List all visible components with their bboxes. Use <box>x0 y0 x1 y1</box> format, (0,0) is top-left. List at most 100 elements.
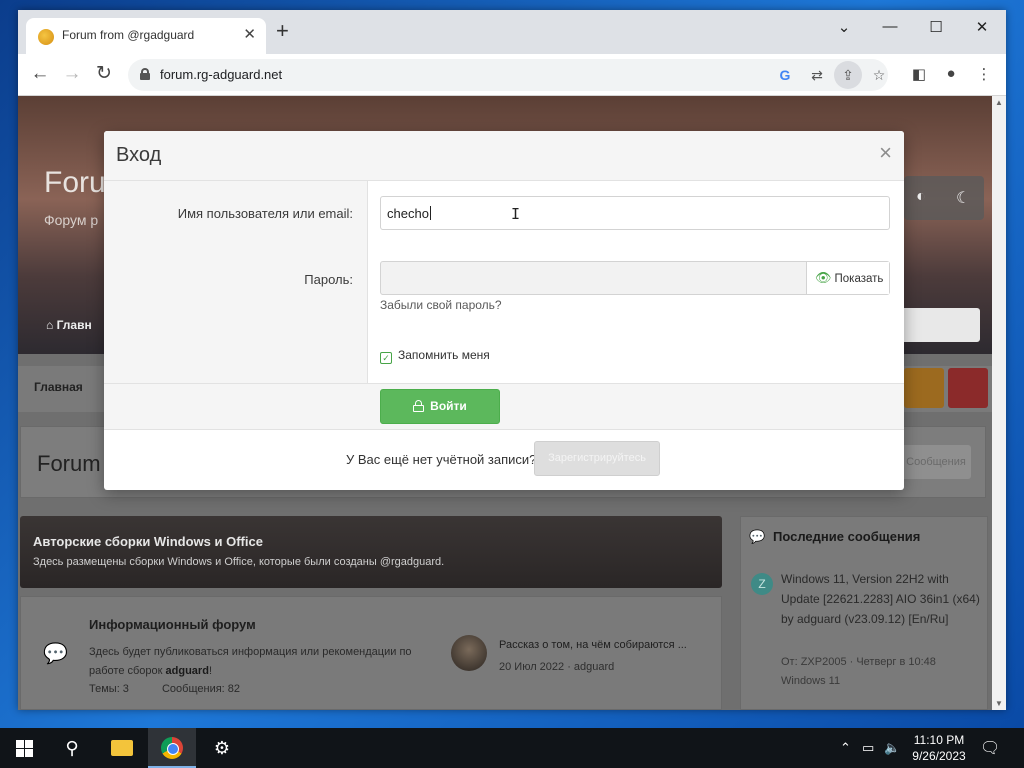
chrome-icon <box>161 737 183 759</box>
tray-chevron-up-icon[interactable]: ⌃ <box>840 740 851 756</box>
user-avatar[interactable]: Z <box>751 573 773 595</box>
forum-messages-count: Сообщения: 82 <box>161 683 241 695</box>
show-password-label: Показать <box>834 273 884 285</box>
scroll-up-arrow-icon[interactable]: ▲ <box>995 98 1003 107</box>
youtube-icon[interactable] <box>948 368 988 408</box>
close-window-button[interactable]: ✕ <box>967 18 997 36</box>
forum-description-text: Здесь будет публиковаться информация или… <box>89 646 412 677</box>
windows-taskbar: ⚲ ⚙ ⌃ ▭ 🔈 11:10 PM 9/26/2023 🗨 <box>0 728 1024 768</box>
eye-icon: 👁 <box>815 270 832 285</box>
lock-icon[interactable] <box>140 68 150 80</box>
login-button-label: Войти <box>430 399 467 413</box>
network-icon[interactable]: ▭ <box>862 740 874 756</box>
text-cursor-icon: I <box>511 205 521 223</box>
translate-icon[interactable]: ⇄ <box>806 65 828 85</box>
side-panel-icon[interactable]: ◧ <box>908 65 930 83</box>
google-lens-icon[interactable]: G <box>774 65 796 85</box>
username-text: checho <box>387 206 429 221</box>
chat-bubbles-icon: 💬 <box>43 643 68 665</box>
folder-icon <box>111 740 133 756</box>
page-scrollbar[interactable]: ▲ ▼ <box>992 96 1006 710</box>
latest-post-meta: 20 Июл 2022 · adguard <box>499 661 615 673</box>
forgot-password-link[interactable]: Забыли свой пароль? <box>380 298 502 312</box>
sidebar-title: Последние сообщения <box>773 529 921 544</box>
forum-stats: Темы: 3 Сообщения: 82 <box>89 683 270 695</box>
breadcrumb-home[interactable]: Главная <box>34 380 83 394</box>
url-text[interactable]: forum.rg-adguard.net <box>160 67 282 82</box>
no-account-text: У Вас ещё нет учётной записи? <box>346 452 537 467</box>
forward-arrow-icon[interactable]: → <box>60 63 84 85</box>
start-button[interactable] <box>0 728 48 768</box>
sidebar-post-author: От: ZXP2005 · Четверг в 10:48 <box>781 656 936 668</box>
password-label: Пароль: <box>304 272 353 287</box>
browser-window: Forum from @rgadguard ✕ + ⌄ — ☐ ✕ ← → ↻ … <box>18 10 1006 710</box>
bookmark-star-icon[interactable]: ☆ <box>868 65 890 85</box>
tab-bar: Forum from @rgadguard ✕ + ⌄ — ☐ ✕ <box>18 10 1006 54</box>
category-title[interactable]: Авторские сборки Windows и Office <box>33 534 263 549</box>
forum-description-end: ! <box>208 665 212 677</box>
login-dialog-header: Вход × <box>104 131 904 181</box>
register-row: У Вас ещё нет учётной записи? Зарегистри… <box>104 430 904 490</box>
new-tab-button[interactable]: + <box>276 20 289 42</box>
close-icon[interactable]: × <box>879 142 892 164</box>
show-password-button[interactable]: 👁 Показать <box>806 262 889 294</box>
browser-toolbar: ← → ↻ forum.rg-adguard.net G ⇄ ⇪ ☆ ◧ ● ⋮ <box>18 54 1006 96</box>
comments-icon: 💬 <box>749 529 766 544</box>
web-page: Forum Форум p ◐ ☾ ⌂ Главн Главная Forum … <box>18 96 1006 710</box>
category-banner[interactable]: Авторские сборки Windows и Office Здесь … <box>20 516 722 588</box>
login-button[interactable]: Войти <box>380 389 500 424</box>
remember-me-label[interactable]: Запомнить меня <box>398 348 490 362</box>
nav-home-label: Главн <box>56 318 92 332</box>
search-icon[interactable]: ⚲ <box>48 728 96 768</box>
username-value: checho <box>387 206 431 221</box>
settings-gear-icon[interactable]: ⚙ <box>198 728 246 768</box>
volume-muted-icon[interactable]: 🔈 <box>884 740 900 756</box>
tab-forum[interactable]: Forum from @rgadguard ✕ <box>26 18 266 54</box>
back-arrow-icon[interactable]: ← <box>28 63 52 85</box>
forum-description: Здесь будет публиковаться информация или… <box>89 643 439 681</box>
sidebar-post-meta: От: ZXP2005 · Четверг в 10:48 Windows 11 <box>781 653 936 691</box>
tab-title: Forum from @rgadguard <box>62 28 195 42</box>
share-icon[interactable]: ⇪ <box>834 61 862 89</box>
dark-mode-moon-icon[interactable]: ☾ <box>956 188 970 208</box>
sidebar-post-forum[interactable]: Windows 11 <box>781 672 936 691</box>
tab-search-chevron-icon[interactable]: ⌄ <box>829 18 859 36</box>
tab-close-icon[interactable]: ✕ <box>243 25 256 43</box>
forum-description-author: adguard <box>165 665 209 677</box>
notification-icon[interactable]: 🗨 <box>980 738 1000 758</box>
chrome-taskbar-button[interactable] <box>148 728 196 768</box>
forum-threads-count: Темы: 3 <box>89 683 129 695</box>
latest-posts-sidebar: 💬 Последние сообщения Z Windows 11, Vers… <box>740 516 988 710</box>
scroll-down-arrow-icon[interactable]: ▼ <box>995 699 1003 708</box>
forum-name-link[interactable]: Информационный форум <box>89 617 256 632</box>
site-favicon-icon <box>38 29 54 45</box>
style-toggle-icon[interactable]: ◐ <box>916 188 926 206</box>
clock-date: 9/26/2023 <box>912 749 966 763</box>
taskbar-clock[interactable]: 11:10 PM 9/26/2023 <box>904 732 974 764</box>
file-explorer-button[interactable] <box>98 728 146 768</box>
address-bar[interactable]: forum.rg-adguard.net G ⇄ ⇪ ☆ <box>128 59 888 91</box>
reload-icon[interactable]: ↻ <box>92 63 116 85</box>
remember-me-checkbox[interactable]: ✓ Запомнить меня <box>380 348 490 364</box>
latest-post-title-link[interactable]: Рассказ о том, на чём собираются ... <box>499 639 709 651</box>
minimize-button[interactable]: — <box>875 18 905 35</box>
latest-post-avatar[interactable] <box>451 635 487 671</box>
clock-time: 11:10 PM <box>913 733 965 747</box>
username-field[interactable]: checho I <box>380 196 890 230</box>
submit-row: Войти <box>104 383 904 430</box>
odnoklassniki-icon[interactable] <box>904 368 944 408</box>
theme-toggle-group: ◐ ☾ <box>904 176 984 220</box>
maximize-button[interactable]: ☐ <box>921 18 951 36</box>
register-button[interactable]: Зарегистрируйтесь <box>534 441 660 476</box>
sidebar-post-link[interactable]: Windows 11, Version 22H2 with Update [22… <box>781 569 981 629</box>
menu-kebab-icon[interactable]: ⋮ <box>973 65 995 83</box>
site-subtitle: Форум p <box>44 212 99 228</box>
new-posts-button[interactable]: Сообщения <box>901 445 971 479</box>
profile-avatar-icon[interactable]: ● <box>940 65 962 82</box>
username-label: Имя пользователя или email: <box>177 206 353 221</box>
password-field[interactable]: 👁 Показать <box>380 261 890 295</box>
windows-logo-icon <box>16 740 33 757</box>
nav-home-link[interactable]: ⌂ Главн <box>46 318 92 332</box>
text-caret <box>429 206 431 220</box>
checkbox-checked-icon[interactable]: ✓ <box>380 352 392 364</box>
